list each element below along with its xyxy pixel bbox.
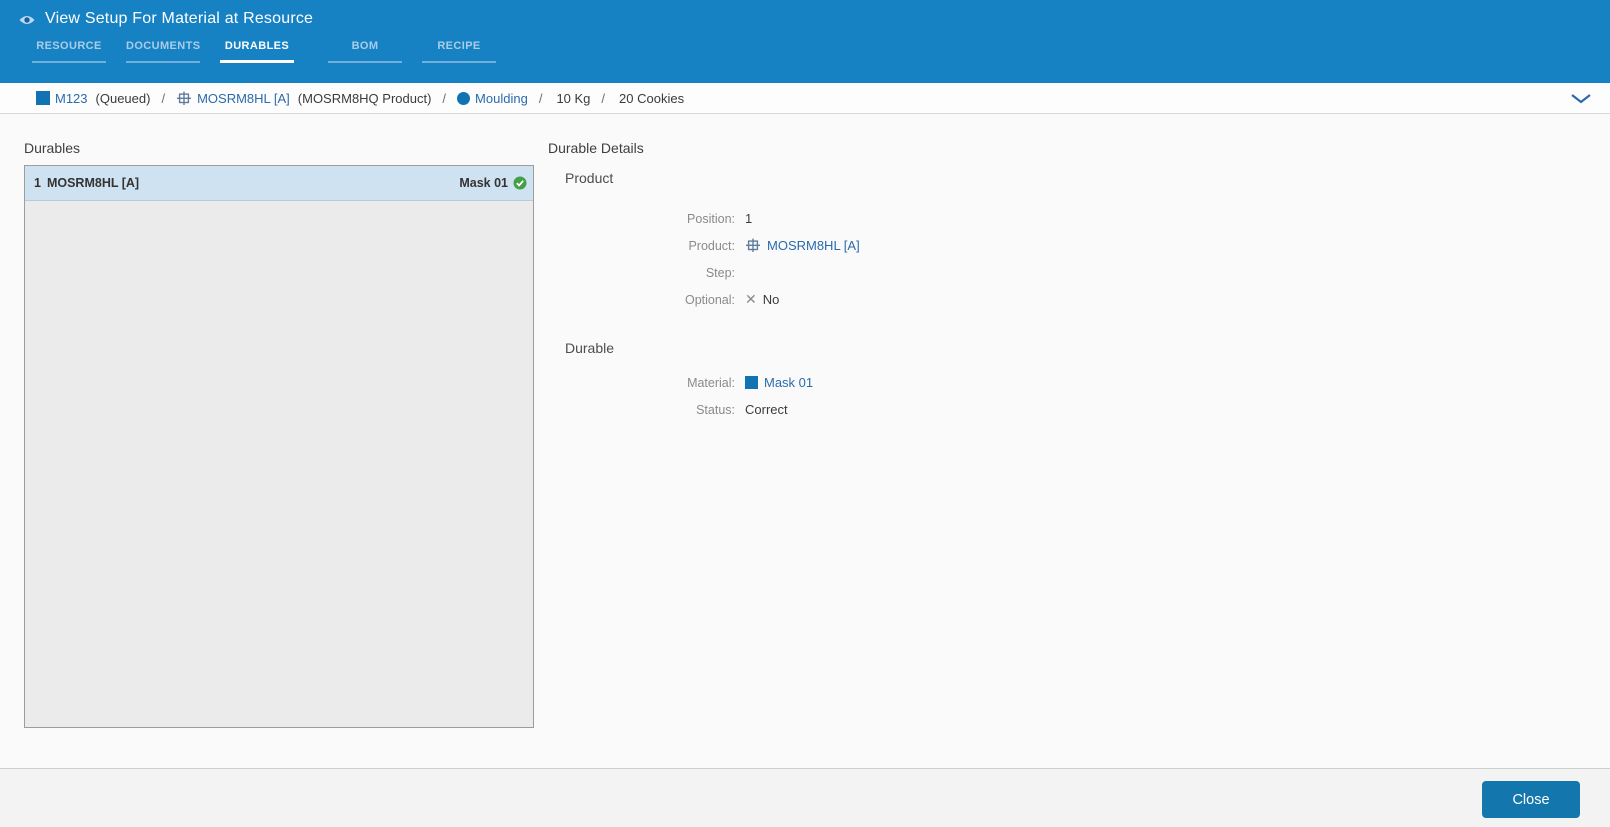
durable-details-panel: Durable Details Product Position: 1 Prod… — [548, 140, 1248, 423]
durable-item-durable: Mask 01 — [459, 176, 508, 190]
breadcrumb-separator: / — [161, 90, 166, 106]
dialog-header: View Setup For Material at Resource RESO… — [0, 0, 1610, 83]
breadcrumb-material-link[interactable]: M123 — [55, 91, 88, 106]
field-material-link[interactable]: Mask 01 — [764, 375, 813, 390]
tab-documents[interactable]: DOCUMENTS — [126, 40, 200, 63]
field-step-label: Step: — [705, 265, 735, 280]
breadcrumb-product-note: (MOSRM8HQ Product) — [297, 90, 432, 106]
field-position-value: 1 — [745, 211, 753, 226]
field-status-value: Correct — [745, 402, 788, 417]
durable-section-title: Durable — [565, 340, 615, 356]
step-circle-icon — [457, 91, 471, 105]
field-optional-value: No — [762, 292, 780, 307]
durables-panel-title: Durables — [24, 140, 81, 156]
chevron-down-icon[interactable] — [1566, 91, 1596, 106]
field-product: Product: MOSRM8HL [A] — [548, 232, 1248, 259]
breadcrumb-product-link[interactable]: MOSRM8HL [A] — [197, 91, 290, 106]
field-optional-label: Optional: — [684, 292, 735, 307]
field-product-link[interactable]: MOSRM8HL [A] — [767, 238, 860, 253]
breadcrumb-secondary-quantity: 20 Cookies — [619, 90, 685, 106]
field-product-label: Product: — [688, 238, 735, 253]
material-square-icon — [745, 376, 758, 389]
dialog-footer: Close — [0, 768, 1610, 827]
tab-recipe[interactable]: RECIPE — [422, 40, 496, 63]
eye-icon — [18, 14, 36, 26]
field-status-label: Status: — [696, 402, 735, 417]
field-material: Material: Mask 01 — [548, 369, 1248, 396]
durable-item-product: MOSRM8HL [A] — [46, 176, 140, 190]
tab-strip: RESOURCE DOCUMENTS DURABLES BOM RECIPE — [32, 40, 516, 63]
field-status: Status: Correct — [548, 396, 1248, 423]
tab-resource[interactable]: RESOURCE — [32, 40, 106, 63]
breadcrumb-step-link[interactable]: Moulding — [475, 91, 528, 106]
material-square-icon — [36, 91, 50, 105]
field-step: Step: — [548, 259, 1248, 286]
durables-list: 1 MOSRM8HL [A] Mask 01 — [24, 165, 534, 728]
tab-bom[interactable]: BOM — [328, 40, 402, 63]
breadcrumb-separator: / — [538, 90, 543, 106]
breadcrumb-separator: / — [442, 90, 447, 106]
durable-list-item[interactable]: 1 MOSRM8HL [A] Mask 01 — [25, 166, 533, 201]
field-optional: Optional: ✕ No — [548, 286, 1248, 313]
field-position: Position: 1 — [548, 205, 1248, 232]
product-reticle-icon — [745, 238, 761, 253]
field-position-label: Position: — [687, 211, 735, 226]
breadcrumb-separator: / — [601, 90, 606, 106]
product-section-title: Product — [565, 170, 614, 186]
details-panel-title: Durable Details — [548, 140, 644, 156]
product-reticle-icon — [176, 91, 192, 106]
x-mark-icon: ✕ — [745, 291, 757, 307]
field-material-label: Material: — [687, 375, 735, 390]
breadcrumb-material-state: (Queued) — [95, 90, 151, 106]
content-area: Durables 1 MOSRM8HL [A] Mask 01 Durable … — [0, 114, 1610, 768]
tab-durables[interactable]: DURABLES — [220, 40, 294, 63]
close-button[interactable]: Close — [1482, 781, 1580, 818]
breadcrumb-primary-quantity: 10 Kg — [556, 90, 591, 106]
durable-item-position: 1 — [34, 176, 41, 190]
check-circle-icon — [513, 176, 527, 190]
breadcrumb: M123 (Queued) / MOSRM8HL [A] (MOSRM8HQ P… — [0, 83, 1610, 114]
page-title: View Setup For Material at Resource — [45, 10, 314, 27]
